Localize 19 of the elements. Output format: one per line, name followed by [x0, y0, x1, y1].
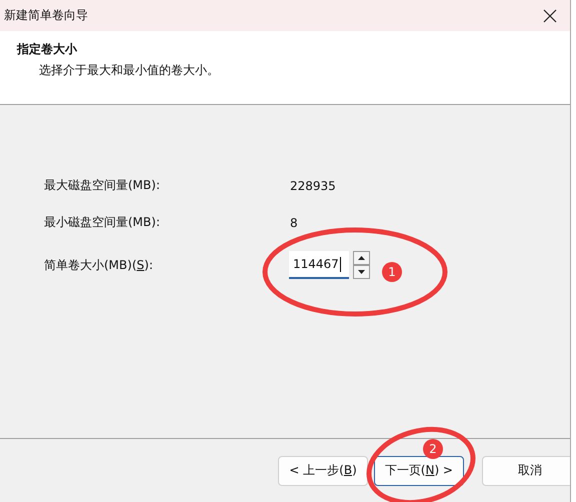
field-value: 228935 [289, 178, 337, 192]
size-input-field[interactable]: 114467 [289, 251, 349, 279]
page-subtitle: 选择介于最大和最小值的卷大小。 [38, 62, 220, 79]
wizard-button[interactable]: < 上一步(B) [278, 456, 368, 486]
field-label: 最小磁盘空间量(MB): [44, 214, 161, 231]
spin-up-button[interactable] [353, 251, 370, 265]
up-arrow-icon [358, 256, 365, 260]
wizard-button[interactable]: 下一页(N) > [374, 456, 464, 486]
annotation-number: 1 [382, 262, 402, 282]
down-arrow-icon [358, 270, 365, 274]
annotation-number: 2 [423, 439, 443, 459]
page-title: 指定卷大小 [17, 41, 78, 58]
field-label: 简单卷大小(MB)(S): [44, 256, 154, 274]
close-icon [543, 8, 557, 22]
spin-down-button[interactable] [353, 265, 370, 279]
window-title: 新建简单卷向导 [4, 7, 88, 24]
wizard-button[interactable]: 取消 [482, 456, 570, 486]
field-value: 8 [289, 216, 299, 230]
field-label: 最大磁盘空间量(MB): [44, 177, 161, 194]
